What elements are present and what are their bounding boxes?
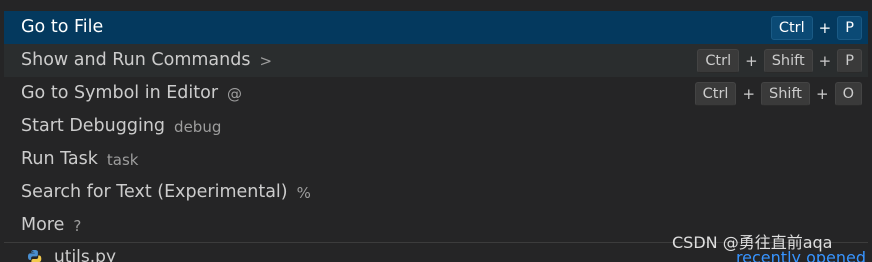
keybinding: Ctrl + Shift + P	[697, 44, 862, 77]
command-item-search-for-text-experimental[interactable]: Search for Text (Experimental)%	[4, 176, 868, 209]
palette-top-strip	[0, 0, 872, 11]
command-label: Search for Text (Experimental)	[21, 182, 288, 202]
keybinding: Ctrl + P	[770, 11, 862, 44]
key-cap: Shift	[763, 48, 813, 73]
key-separator: +	[816, 84, 829, 103]
command-prefix-hint: debug	[174, 117, 222, 136]
command-item-run-task[interactable]: Run Task task	[4, 143, 868, 176]
command-label: Go to Symbol in Editor	[21, 83, 219, 103]
key-separator: +	[818, 51, 832, 70]
command-item-show-and-run-commands[interactable]: Show and Run Commands > Ctrl + Shift + P	[4, 44, 868, 77]
key-cap: P	[837, 48, 862, 73]
command-prefix-hint: >	[259, 51, 273, 70]
key-separator: +	[818, 18, 832, 37]
command-label: More	[21, 215, 65, 235]
command-prefix-hint: task	[106, 150, 139, 169]
command-prefix-hint: @	[227, 84, 243, 103]
key-cap: Ctrl	[694, 81, 737, 106]
key-separator: +	[745, 51, 758, 70]
key-cap: P	[837, 15, 862, 40]
command-prefix-hint: %	[296, 183, 311, 202]
watermark: CSDN @勇往直前aqa	[672, 233, 833, 252]
command-item-go-to-file[interactable]: Go to File Ctrl + P	[4, 11, 868, 44]
python-file-icon	[28, 250, 42, 262]
command-label: Run Task	[21, 149, 98, 169]
command-item-start-debugging[interactable]: Start Debugging debug	[4, 110, 868, 143]
keybinding: Ctrl + Shift + O	[694, 77, 862, 110]
command-label: Show and Run Commands	[21, 50, 251, 70]
key-separator: +	[742, 84, 756, 103]
command-prefix-hint: ?	[73, 216, 82, 235]
key-cap: Ctrl	[770, 15, 813, 40]
quick-open-palette: Go to File Ctrl + P Show and Run Commands > Ct…	[0, 0, 872, 262]
key-cap: Ctrl	[697, 48, 740, 73]
command-label: Go to File	[21, 17, 104, 37]
key-cap: Shift	[761, 81, 810, 106]
recent-file-name: utils.py	[54, 247, 116, 262]
key-cap: O	[834, 81, 862, 106]
command-list: Go to File Ctrl + P Show and Run Commands > Ct…	[4, 11, 868, 242]
command-label: Start Debugging	[21, 116, 166, 136]
command-item-go-to-symbol-in-editor[interactable]: Go to Symbol in Editor @ Ctrl + Shift + O	[4, 77, 868, 110]
